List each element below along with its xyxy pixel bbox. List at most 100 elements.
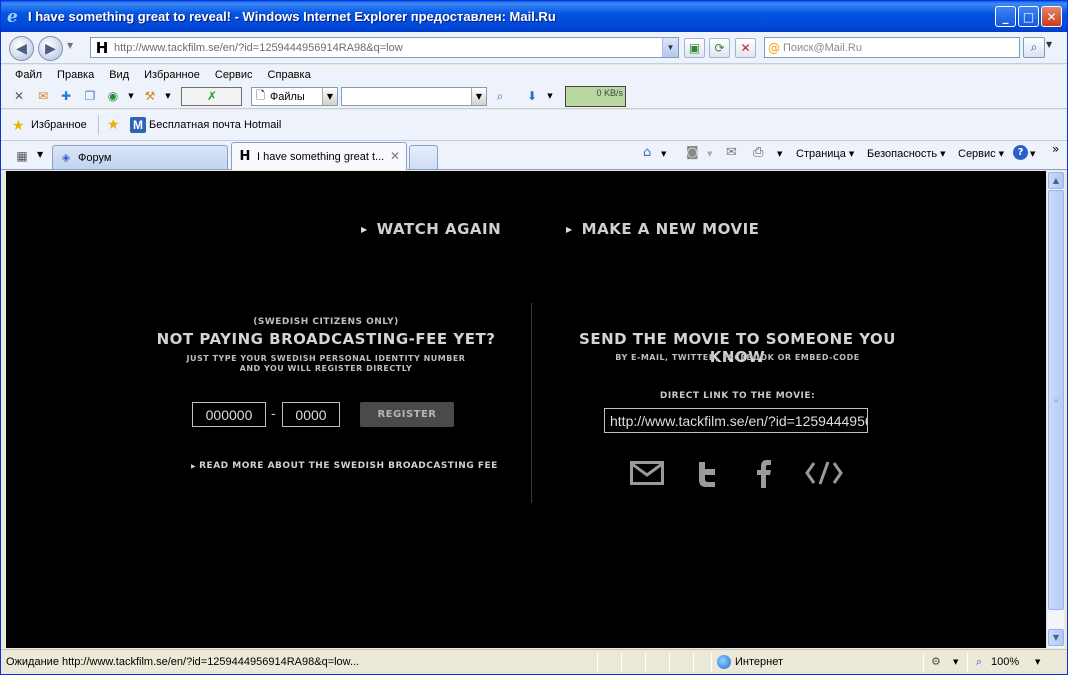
embed-code-icon[interactable] (804, 459, 844, 487)
favorites-button[interactable]: Избранное (31, 119, 87, 131)
read-more-label: READ MORE ABOUT THE SWEDISH BROADCASTING… (199, 461, 498, 471)
menu-edit[interactable]: Правка (57, 69, 94, 81)
agent-status-icon: ✗ (207, 89, 218, 103)
tab-label: I have something great t... (257, 150, 385, 163)
back-button[interactable]: ◀ (9, 36, 34, 61)
url-input[interactable]: http://www.tackfilm.se/en/?id=1259444956… (114, 42, 662, 54)
mail-agent-icon[interactable]: ✉ (35, 88, 51, 104)
close-window-button[interactable]: ✕ (1041, 6, 1062, 27)
menu-favorites[interactable]: Избранное (144, 69, 200, 81)
back-arrow-icon: ◀ (16, 40, 27, 57)
tools-icon[interactable]: ⚒ (142, 88, 158, 104)
tools-menu-dropdown-icon: ▼ (998, 150, 1005, 158)
compatibility-icon[interactable]: ▣ (684, 38, 705, 58)
download-dropdown-icon[interactable]: ▼ (542, 88, 558, 104)
scroll-thumb[interactable]: ≡ (1048, 190, 1064, 610)
personal-number-suffix-input[interactable]: 0000 (282, 402, 340, 427)
refresh-icon[interactable]: ⟳ (709, 38, 730, 58)
site-tab-icon: H (239, 149, 251, 164)
protected-mode-icon[interactable]: ⚙ (931, 655, 941, 668)
safety-menu-dropdown-icon: ▼ (940, 150, 946, 158)
menu-help[interactable]: Справка (268, 69, 311, 81)
help-dropdown-icon[interactable]: ▼ (1030, 150, 1035, 158)
read-mail-icon[interactable]: ✉ (726, 145, 737, 160)
globe-dropdown-icon[interactable]: ▼ (123, 88, 139, 104)
window-controls: _ □ ✕ (995, 6, 1062, 27)
stop-icon[interactable]: ✕ (735, 38, 756, 58)
minimize-button[interactable]: _ (995, 6, 1016, 27)
tab-list-dropdown-icon[interactable]: ▼ (37, 150, 43, 159)
forward-button[interactable]: ▶ (38, 36, 63, 61)
zoom-icon[interactable]: ⌕ (976, 655, 982, 669)
toolbar-close-icon[interactable]: ✕ (11, 88, 27, 104)
print-dropdown-icon[interactable]: ▼ (777, 150, 782, 158)
toolbar-search-icon[interactable]: ⌕ (492, 88, 508, 104)
add-icon[interactable]: ✚ (58, 88, 74, 104)
home-dropdown-icon[interactable]: ▼ (661, 150, 666, 158)
personal-number-date-input[interactable]: 000000 (192, 402, 266, 427)
address-bar[interactable]: H http://www.tackfilm.se/en/?id=12594449… (90, 37, 679, 58)
search-combo-dropdown-icon: ▼ (471, 88, 486, 105)
direct-link-field[interactable]: http://www.tackfilm.se/en/?id=1259444956… (604, 408, 868, 433)
menu-file[interactable]: Файл (15, 69, 42, 81)
read-more-link[interactable]: ▶ READ MORE ABOUT THE SWEDISH BROADCASTI… (191, 461, 498, 471)
facebook-icon[interactable] (755, 459, 773, 489)
status-divider (693, 653, 694, 672)
zoom-level[interactable]: 100% (991, 656, 1019, 668)
home-icon[interactable]: ⌂ (643, 145, 651, 160)
internet-zone-icon (717, 655, 731, 669)
search-button[interactable]: ⌕ (1023, 37, 1045, 58)
tab-forum[interactable]: ◈ Форум (52, 145, 228, 169)
forum-icon: ◈ (61, 151, 71, 164)
register-button[interactable]: REGISTER (360, 402, 454, 427)
hotmail-link[interactable]: Бесплатная почта Hotmail (149, 119, 281, 131)
status-divider (711, 653, 712, 672)
tab-row: ▦ ▼ ◈ Форум H I have something great t..… (1, 141, 1067, 170)
menu-bar: Файл Правка Вид Избранное Сервис Справка (1, 65, 1067, 85)
tools-menu-label: Сервис (958, 148, 996, 160)
print-icon[interactable]: ⎙ (753, 145, 763, 160)
maximize-button[interactable]: □ (1018, 6, 1039, 27)
chevron-more-icon[interactable]: » (1052, 142, 1059, 156)
menu-tools[interactable]: Сервис (215, 69, 253, 81)
zoom-dropdown-icon[interactable]: ▼ (1035, 658, 1040, 666)
search-options-icon[interactable]: ▼ (1046, 40, 1052, 49)
files-dropdown[interactable]: 🗋 Файлы ▼ (251, 87, 338, 106)
toolbar-search-combo[interactable]: ▼ (341, 87, 487, 106)
agent-status-box[interactable]: ✗ (181, 87, 242, 106)
play-triangle-icon: ▶ (191, 462, 197, 470)
protected-mode-dropdown-icon[interactable]: ▼ (953, 658, 958, 666)
new-tab-button[interactable] (409, 145, 438, 169)
email-icon[interactable] (629, 459, 665, 487)
twitter-icon[interactable] (694, 459, 720, 489)
fee-heading: NOT PAYING BROADCASTING-FEE YET? (156, 330, 496, 348)
make-new-movie-link[interactable]: ▶ MAKE A NEW MOVIE (566, 220, 759, 238)
download-icon[interactable]: ⬇ (524, 88, 540, 104)
files-dropdown-icon: ▼ (322, 88, 337, 105)
windows-icon[interactable]: ❐ (82, 88, 98, 104)
tab-active[interactable]: H I have something great t... ✕ (231, 142, 407, 170)
watch-again-link[interactable]: ▶ WATCH AGAIN (361, 220, 501, 238)
scroll-up-button[interactable]: ▲ (1048, 172, 1064, 189)
menu-view[interactable]: Вид (109, 69, 129, 81)
safety-menu[interactable]: Безопасность ▼ (867, 148, 946, 160)
close-tab-icon[interactable]: ✕ (390, 149, 400, 163)
help-icon[interactable]: ? (1013, 145, 1028, 160)
globe-icon[interactable]: ◉ (105, 88, 121, 104)
search-field[interactable]: @ Поиск@Mail.Ru (764, 37, 1020, 58)
section-divider (531, 303, 532, 503)
tools-dropdown-icon[interactable]: ▼ (160, 88, 176, 104)
add-favorite-icon[interactable]: ★ (107, 117, 120, 133)
quick-tabs-icon[interactable]: ▦ (11, 146, 33, 165)
personal-number-dash: - (271, 405, 276, 421)
tools-menu[interactable]: Сервис ▼ (958, 148, 1004, 160)
scroll-down-button[interactable]: ▼ (1048, 629, 1064, 646)
feeds-dropdown-icon[interactable]: ▼ (707, 150, 712, 158)
browser-window: e I have something great to reveal! - Wi… (0, 0, 1068, 675)
vertical-scrollbar[interactable]: ▲ ≡ ▼ (1046, 171, 1064, 648)
tab-label: Форум (78, 151, 112, 164)
page-menu[interactable]: Страница ▼ (796, 148, 854, 160)
feeds-icon[interactable]: ◙ (686, 145, 699, 160)
history-dropdown-icon[interactable]: ▼ (67, 41, 73, 50)
address-dropdown-icon[interactable]: ▼ (662, 38, 678, 57)
